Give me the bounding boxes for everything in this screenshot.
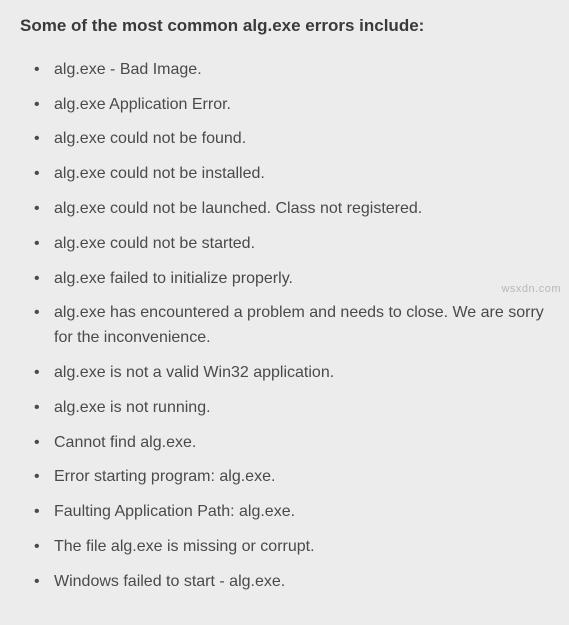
list-item: alg.exe - Bad Image. (42, 58, 549, 83)
watermark-text: wsxdn.com (501, 283, 561, 295)
list-item: Windows failed to start - alg.exe. (42, 570, 549, 595)
section-heading: Some of the most common alg.exe errors i… (20, 14, 549, 38)
list-item: The file alg.exe is missing or corrupt. (42, 535, 549, 560)
list-item: alg.exe is not running. (42, 396, 549, 421)
list-item: Cannot find alg.exe. (42, 431, 549, 456)
list-item: alg.exe could not be launched. Class not… (42, 197, 549, 222)
list-item: alg.exe could not be installed. (42, 162, 549, 187)
list-item: Faulting Application Path: alg.exe. (42, 500, 549, 525)
list-item: alg.exe Application Error. (42, 93, 549, 118)
document-content: Some of the most common alg.exe errors i… (0, 0, 569, 625)
list-item: Error starting program: alg.exe. (42, 465, 549, 490)
list-item: alg.exe failed to initialize properly. (42, 267, 549, 292)
list-item: alg.exe is not a valid Win32 application… (42, 361, 549, 386)
list-item: alg.exe could not be started. (42, 232, 549, 257)
list-item: alg.exe could not be found. (42, 127, 549, 152)
error-list: alg.exe - Bad Image. alg.exe Application… (20, 58, 549, 595)
list-item: alg.exe has encountered a problem and ne… (42, 301, 549, 351)
